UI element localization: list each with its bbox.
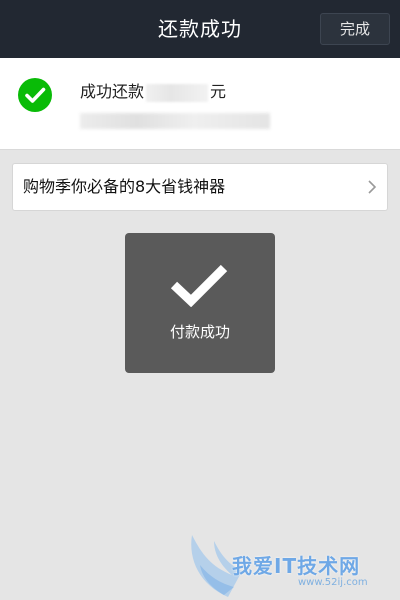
site-watermark: 我爱IT技术网 www.52ij.com — [180, 525, 400, 600]
toast-message: 付款成功 — [169, 323, 230, 341]
payment-success-toast: 付款成功 — [125, 233, 275, 373]
amount-prefix: 成功还款 — [80, 82, 145, 101]
success-check-icon — [18, 78, 52, 112]
redacted-details — [80, 113, 270, 129]
repayment-amount-line: 成功还款 元 — [80, 78, 226, 102]
promo-label: 购物季你必备的8大省钱神器 — [23, 177, 226, 196]
watermark-brand: 我爱IT技术网 — [232, 554, 361, 578]
done-button[interactable]: 完成 — [320, 13, 390, 45]
chevron-right-icon — [368, 180, 377, 194]
repayment-result-card: 成功还款 元 — [0, 58, 400, 150]
redacted-amount — [146, 83, 209, 102]
checkmark-icon — [170, 264, 228, 307]
amount-suffix: 元 — [210, 82, 227, 101]
watermark-url: www.52ij.com — [298, 577, 368, 588]
header-bar: 还款成功 完成 — [0, 0, 400, 58]
promo-banner[interactable]: 购物季你必备的8大省钱神器 — [12, 163, 388, 211]
